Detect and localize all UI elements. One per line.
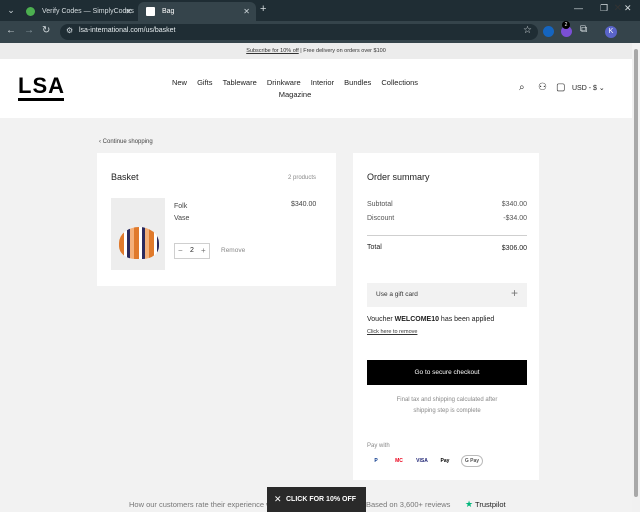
google-pay-icon: G Pay	[461, 455, 483, 467]
trustpilot-label: Trustpilot	[475, 500, 506, 509]
promo-text: | Free delivery on orders over $100	[298, 48, 386, 54]
continue-shopping-label: Continue shopping	[102, 139, 153, 145]
lsa-favicon-icon	[146, 7, 155, 16]
site-info-icon[interactable]: ⚙	[66, 26, 73, 35]
remove-voucher-link[interactable]: Click here to remove	[367, 329, 417, 335]
back-button[interactable]: ←	[6, 25, 16, 36]
nav-gifts[interactable]: Gifts	[197, 78, 212, 87]
tax-note-line1: Final tax and shipping calculated after	[396, 397, 498, 403]
tab-bag[interactable]: Bag ✕	[138, 2, 256, 21]
site-header: LSA New Gifts Tableware Drinkware Interi…	[0, 59, 632, 118]
remove-item-button[interactable]: Remove	[221, 247, 245, 254]
currency-label: USD - $	[572, 85, 597, 92]
increase-quantity-button[interactable]: +	[201, 246, 206, 255]
folk-vase-image	[119, 227, 159, 259]
address-bar[interactable]: ⚙ lsa-international.com/us/basket ☆	[60, 24, 538, 40]
browser-tab-bar: ⌄ Verify Codes — SimplyCodes ✕ Bag ✕ + —…	[0, 0, 640, 21]
simplycodes-favicon-icon	[26, 7, 35, 16]
pay-with-label: Pay with	[367, 443, 390, 449]
product-price: $340.00	[291, 201, 317, 208]
gift-card-label: Use a gift card	[376, 291, 418, 298]
logo-underline	[18, 98, 64, 101]
chevron-left-icon: ‹	[99, 139, 101, 145]
basket-product-count: 2 products	[288, 175, 317, 181]
tax-shipping-note: Final tax and shipping calculated after …	[367, 395, 527, 417]
trustpilot-star-icon: ★	[465, 499, 474, 509]
voucher-suffix: has been applied	[438, 316, 495, 323]
promo-bar: Subscribe for 10% off | Free delivery on…	[0, 43, 632, 59]
url-text[interactable]: lsa-international.com/us/basket	[79, 27, 176, 34]
forward-button[interactable]: →	[24, 25, 34, 36]
total-value: $306.00	[501, 245, 527, 252]
discount-value: -$34.00	[503, 215, 527, 222]
reviews-count: Based on 3,600+ reviews	[366, 500, 451, 509]
continue-shopping-link[interactable]: ‹ Continue shopping	[99, 139, 153, 145]
nav-new[interactable]: New	[172, 78, 187, 87]
extensions-puzzle-icon[interactable]: ⧉	[580, 24, 587, 35]
visa-icon: VISA	[413, 455, 431, 467]
voucher-applied-message: Voucher WELCOME10 has been applied	[367, 316, 494, 323]
nav-collections[interactable]: Collections	[381, 78, 418, 87]
nav-drinkware[interactable]: Drinkware	[267, 78, 301, 87]
quantity-stepper: − 2 +	[174, 243, 210, 259]
browser-toolbar: ← → ↻ ⚙ lsa-international.com/us/basket …	[0, 21, 640, 43]
tax-note-line2: shipping step is complete	[413, 408, 481, 414]
voucher-code: WELCOME10	[394, 316, 439, 323]
customer-rating-text: How our customers rate their experience …	[129, 500, 272, 509]
nav-magazine[interactable]: Magazine	[279, 90, 312, 99]
chevron-down-icon: ⌄	[598, 85, 605, 92]
nav-bundles[interactable]: Bundles	[344, 78, 371, 87]
voucher-prefix: Voucher	[367, 316, 395, 323]
currency-selector[interactable]: USD - $ ⌄	[572, 84, 605, 92]
window-close-button[interactable]: ✕	[624, 3, 632, 14]
summary-divider	[367, 235, 527, 236]
order-summary-title: Order summary	[367, 172, 430, 182]
subtotal-label: Subtotal	[367, 201, 393, 208]
discount-label: Discount	[367, 215, 395, 222]
total-label: Total	[367, 244, 382, 251]
subscribe-link[interactable]: Subscribe for 10% off	[246, 48, 298, 54]
plus-icon: +	[510, 286, 518, 300]
apple-pay-icon: Pay	[436, 455, 454, 467]
secure-checkout-button[interactable]: Go to secure checkout	[367, 360, 527, 385]
discount-popup-button[interactable]: ✕ CLICK FOR 10% OFF	[267, 487, 366, 512]
account-icon[interactable]: ⚇	[538, 82, 547, 93]
restore-button[interactable]: ❐	[600, 3, 608, 14]
discount-popup-label: CLICK FOR 10% OFF	[286, 496, 357, 503]
decrease-quantity-button[interactable]: −	[178, 246, 183, 255]
close-icon[interactable]: ✕	[274, 487, 282, 512]
tab-label: Verify Codes — SimplyCodes	[42, 8, 134, 15]
tab-simplycodes[interactable]: Verify Codes — SimplyCodes ✕	[18, 2, 138, 21]
trustpilot-logo[interactable]: ★ Trustpilot	[465, 499, 506, 510]
product-name-line1: Folk	[174, 203, 188, 210]
main-nav: New Gifts Tableware Drinkware Interior B…	[160, 77, 430, 101]
extension-shield-icon[interactable]	[543, 26, 554, 37]
paypal-icon: P	[367, 455, 385, 467]
tab-close-icon[interactable]: ✕	[243, 2, 250, 21]
tab-close-icon[interactable]: ✕	[125, 2, 132, 21]
subtotal-value: $340.00	[501, 201, 527, 208]
tab-search-icon[interactable]: ⌄	[4, 3, 18, 17]
gift-card-accordion[interactable]: Use a gift card +	[367, 283, 527, 307]
scrollbar-thumb[interactable]	[634, 49, 638, 497]
profile-avatar[interactable]: K	[605, 26, 617, 38]
minimize-button[interactable]: —	[574, 3, 583, 13]
tab-label: Bag	[162, 8, 175, 15]
quantity-value[interactable]: 2	[190, 247, 194, 254]
reload-button[interactable]: ↻	[42, 25, 50, 36]
new-tab-button[interactable]: +	[260, 3, 266, 15]
bookmark-star-icon[interactable]: ☆	[523, 25, 532, 36]
nav-interior[interactable]: Interior	[311, 78, 334, 87]
basket-title: Basket	[111, 172, 139, 182]
nav-tableware[interactable]: Tableware	[223, 78, 257, 87]
promo-close-icon[interactable]: ✕	[614, 3, 622, 14]
mastercard-icon: MC	[390, 455, 408, 467]
bag-icon[interactable]: ▢	[556, 82, 565, 93]
search-icon[interactable]: ⌕	[519, 82, 525, 93]
bag-count-badge: 2	[562, 21, 570, 29]
product-name[interactable]: Folk Vase	[174, 201, 189, 225]
product-name-line2: Vase	[174, 215, 190, 222]
lsa-logo[interactable]: LSA	[18, 75, 65, 97]
